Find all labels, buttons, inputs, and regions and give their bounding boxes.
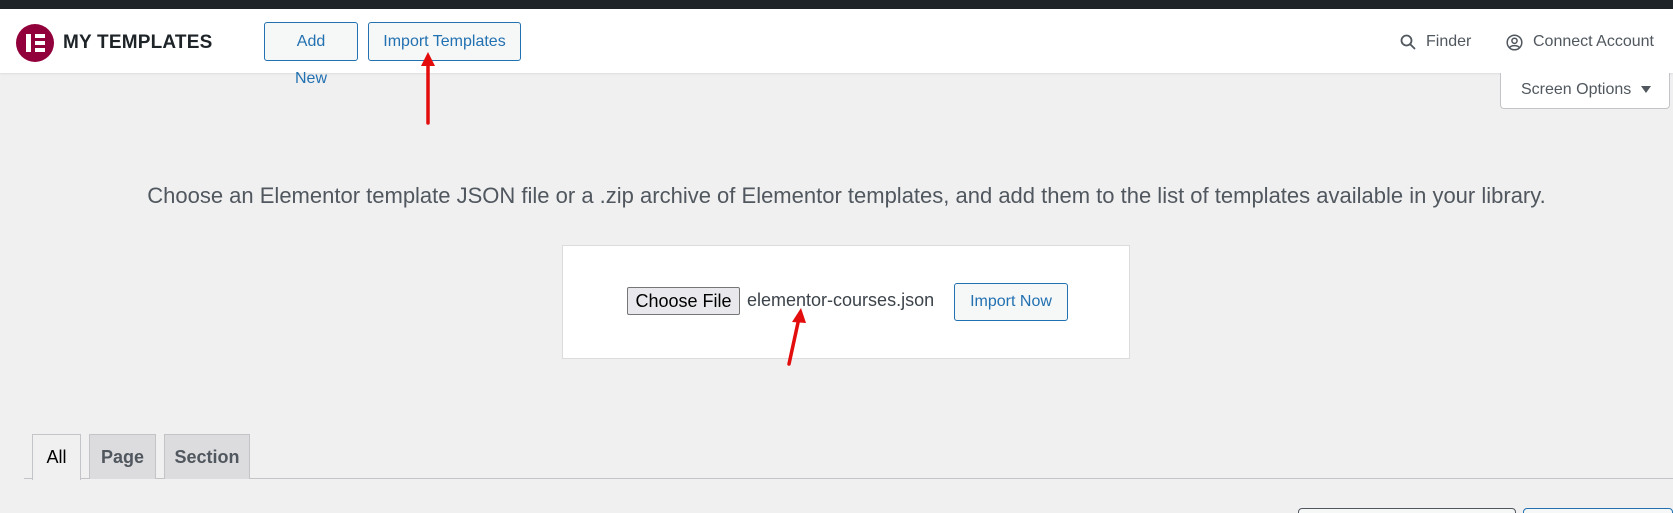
connect-account-button[interactable]: Connect Account <box>1506 33 1654 51</box>
tab-page[interactable]: Page <box>89 434 156 479</box>
filter-button[interactable] <box>1523 508 1673 513</box>
screen-options-label: Screen Options <box>1521 81 1632 98</box>
template-type-tabs: All Page Section <box>24 434 1673 480</box>
user-circle-icon <box>1506 33 1523 51</box>
app-header: MY TEMPLATES Add New Import Templates Fi… <box>0 9 1673 87</box>
import-form: Choose File elementor-courses.json Impor… <box>562 245 1130 359</box>
filter-select[interactable] <box>1298 508 1516 513</box>
import-now-button[interactable]: Import Now <box>954 283 1068 321</box>
import-description: Choose an Elementor template JSON file o… <box>147 183 1546 208</box>
elementor-logo-icon <box>16 24 54 62</box>
import-templates-button[interactable]: Import Templates <box>368 22 521 61</box>
choose-file-button[interactable]: Choose File <box>627 287 740 315</box>
annotation-arrow-file-name <box>787 308 806 366</box>
add-new-button[interactable]: Add New <box>264 22 358 87</box>
selected-file-name: elementor-courses.json <box>747 290 935 310</box>
admin-top-bar <box>0 0 1673 9</box>
tab-section[interactable]: Section <box>164 434 250 479</box>
annotation-arrow-import-templates <box>421 52 435 125</box>
screen-options-toggle[interactable]: Screen Options <box>1500 73 1670 109</box>
search-icon <box>1400 34 1416 50</box>
finder-button[interactable]: Finder <box>1400 33 1471 51</box>
connect-account-label: Connect Account <box>1533 33 1654 50</box>
page-title: MY TEMPLATES <box>63 32 213 53</box>
finder-label: Finder <box>1426 33 1472 50</box>
tab-all[interactable]: All <box>32 434 81 480</box>
caret-down-icon <box>1641 86 1651 93</box>
